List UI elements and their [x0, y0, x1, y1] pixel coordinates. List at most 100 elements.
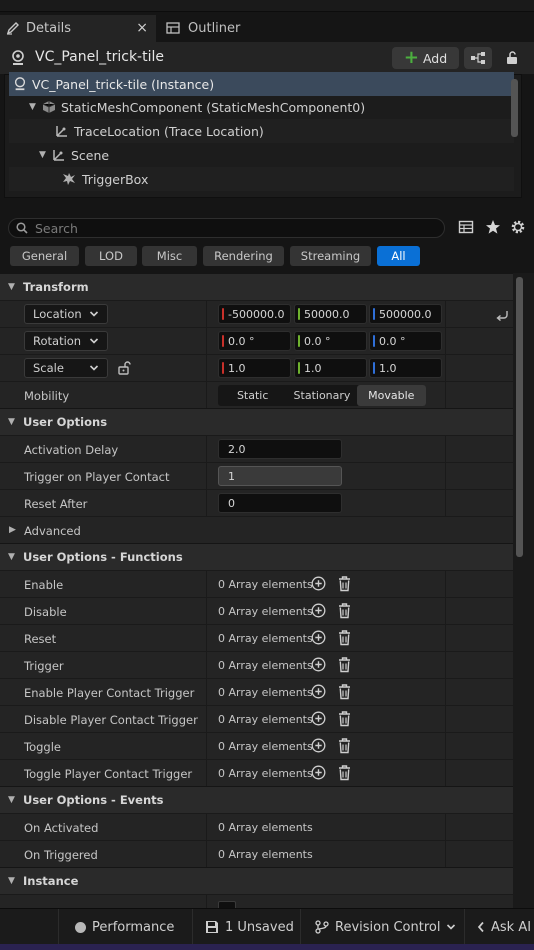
filter-misc[interactable]: Misc	[142, 246, 197, 266]
mobility-stationary-option[interactable]: Stationary	[287, 385, 356, 406]
filter-rendering[interactable]: Rendering	[203, 246, 284, 266]
property-scale: Scale 1.0 1.0 1.0	[0, 354, 513, 382]
column-divider	[206, 328, 207, 355]
location-x-field[interactable]: -500000.0	[218, 304, 291, 324]
search-box[interactable]	[8, 218, 445, 238]
column-divider	[445, 760, 446, 787]
category-transform[interactable]: ▼ Transform	[0, 273, 513, 300]
tree-item-staticmesh[interactable]: ▼ StaticMeshComponent (StaticMeshCompone…	[9, 95, 514, 119]
lock-button[interactable]	[500, 47, 524, 69]
value-text: -500000.0	[228, 307, 285, 321]
add-element-icon[interactable]	[311, 765, 326, 780]
tree-item-triggerbox[interactable]: TriggerBox	[9, 167, 514, 191]
rotation-x-field[interactable]: 0.0 °	[218, 331, 291, 351]
blueprint-button[interactable]	[464, 47, 492, 69]
performance-label: Performance	[92, 919, 175, 935]
gear-icon[interactable]	[510, 219, 526, 235]
performance-button[interactable]: Performance	[58, 909, 180, 945]
scale-x-field[interactable]: 1.0	[218, 358, 291, 378]
add-element-icon[interactable]	[311, 576, 326, 591]
search-input[interactable]	[35, 219, 435, 237]
property-label: Toggle	[24, 740, 61, 754]
trash-icon[interactable]	[337, 710, 352, 727]
scale-dropdown[interactable]: Scale	[24, 358, 108, 378]
trash-icon[interactable]	[337, 737, 352, 754]
filter-general[interactable]: General	[10, 246, 79, 266]
ask-ai-button[interactable]: Ask AI	[464, 909, 534, 945]
unsaved-button[interactable]: 1 Unsaved	[192, 909, 296, 945]
reset-to-default-icon[interactable]	[495, 307, 509, 321]
window-top-strip	[0, 0, 534, 12]
column-divider	[445, 814, 446, 841]
filter-all[interactable]: All	[377, 246, 420, 266]
scale-y-field[interactable]: 1.0	[294, 358, 367, 378]
instance-row	[0, 894, 513, 908]
trash-icon[interactable]	[337, 764, 352, 781]
tree-item-scene[interactable]: ▼ Scene	[9, 143, 514, 167]
column-divider	[445, 571, 446, 598]
column-divider	[445, 490, 446, 517]
column-divider	[206, 625, 207, 652]
category-advanced[interactable]: ▶ Advanced	[0, 516, 513, 543]
column-divider	[206, 841, 207, 868]
tab-details-label: Details	[26, 21, 72, 36]
close-icon[interactable]: ×	[136, 20, 148, 36]
rotation-dropdown[interactable]: Rotation	[24, 331, 108, 351]
array-count: 0 Array elements	[218, 578, 313, 591]
tree-item-instance[interactable]: VC_Panel_trick-tile (Instance)	[9, 72, 514, 96]
add-element-icon[interactable]	[311, 711, 326, 726]
trigger-on-contact-field[interactable]: 1	[218, 466, 342, 486]
unlock-icon[interactable]	[117, 361, 131, 375]
array-count: 0 Array elements	[218, 686, 313, 699]
add-element-icon[interactable]	[311, 630, 326, 645]
tree-item-label: TriggerBox	[82, 171, 149, 187]
column-divider	[206, 382, 207, 409]
activation-delay-field[interactable]: 2.0	[218, 439, 342, 459]
tree-item-tracelocation[interactable]: TraceLocation (Trace Location)	[9, 119, 514, 143]
checkbox[interactable]	[218, 901, 236, 908]
value-text: 1.0	[304, 361, 322, 375]
add-element-icon[interactable]	[311, 603, 326, 618]
tab-details[interactable]: Details ×	[0, 15, 156, 42]
scale-z-field[interactable]: 1.0	[369, 358, 442, 378]
tree-scrollbar[interactable]	[511, 79, 518, 137]
chevron-down-icon	[446, 922, 456, 932]
revision-control-button[interactable]: Revision Control	[300, 909, 460, 945]
star-icon[interactable]	[485, 219, 501, 235]
add-element-icon[interactable]	[311, 684, 326, 699]
value-text: 50000.0	[304, 307, 350, 321]
trash-icon[interactable]	[337, 575, 352, 592]
rotation-y-field[interactable]: 0.0 °	[294, 331, 367, 351]
advanced-label: Advanced	[24, 524, 81, 538]
rotation-z-field[interactable]: 0.0 °	[369, 331, 442, 351]
filter-lod[interactable]: LOD	[85, 246, 137, 266]
caret-down-icon: ▼	[29, 102, 36, 112]
array-count: 0 Array elements	[218, 713, 313, 726]
value-text: 1.0	[379, 361, 397, 375]
location-y-field[interactable]: 50000.0	[294, 304, 367, 324]
category-instance[interactable]: ▼ Instance	[0, 867, 513, 894]
plus-icon: +	[403, 47, 419, 68]
property-matrix-icon[interactable]	[458, 219, 474, 235]
trash-icon[interactable]	[337, 602, 352, 619]
category-user-options[interactable]: ▼ User Options	[0, 408, 513, 435]
mobility-movable-option[interactable]: Movable	[356, 385, 426, 406]
mobility-static-option[interactable]: Static	[218, 385, 287, 406]
category-user-options-events[interactable]: ▼ User Options - Events	[0, 786, 513, 813]
location-z-field[interactable]: 500000.0	[369, 304, 442, 324]
filter-streaming[interactable]: Streaming	[290, 246, 371, 266]
trash-icon[interactable]	[337, 629, 352, 646]
trash-icon[interactable]	[337, 656, 352, 673]
add-element-icon[interactable]	[311, 738, 326, 753]
location-dropdown[interactable]: Location	[24, 304, 108, 324]
column-divider	[206, 463, 207, 490]
array-count: 0 Array elements	[218, 605, 313, 618]
property-scrollbar-thumb[interactable]	[516, 277, 523, 557]
add-element-icon[interactable]	[311, 657, 326, 672]
tab-outliner[interactable]: Outliner	[160, 15, 270, 42]
reset-after-field[interactable]: 0	[218, 493, 342, 513]
x-axis-marker	[222, 362, 224, 374]
category-user-options-functions[interactable]: ▼ User Options - Functions	[0, 543, 513, 570]
trash-icon[interactable]	[337, 683, 352, 700]
add-component-button[interactable]: + Add	[392, 47, 459, 69]
